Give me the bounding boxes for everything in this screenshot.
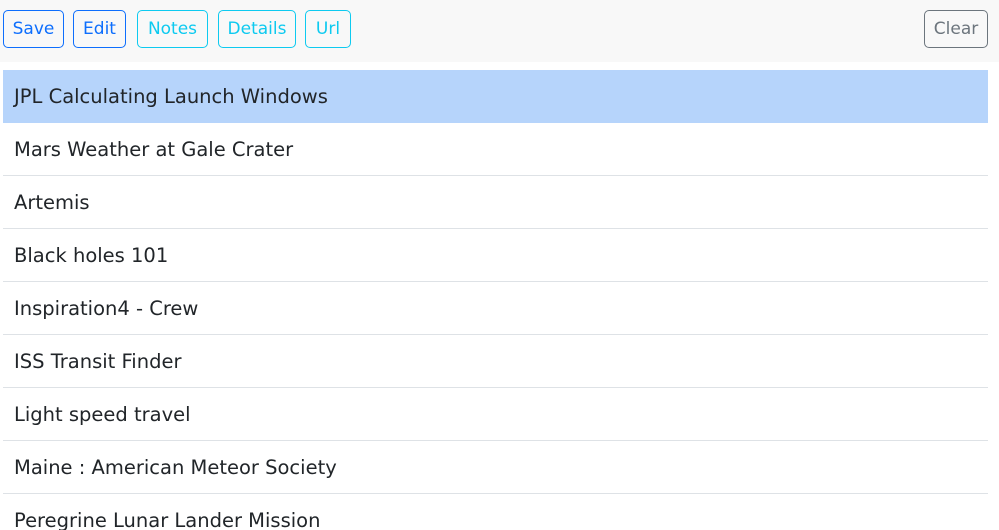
list-item[interactable]: Inspiration4 - Crew bbox=[3, 282, 988, 335]
details-button[interactable]: Details bbox=[218, 10, 296, 48]
notes-button[interactable]: Notes bbox=[137, 10, 208, 48]
clear-button[interactable]: Clear bbox=[924, 10, 988, 48]
list-item[interactable]: Peregrine Lunar Lander Mission bbox=[3, 494, 988, 530]
list-item[interactable]: JPL Calculating Launch Windows bbox=[3, 70, 988, 123]
list-item[interactable]: Mars Weather at Gale Crater bbox=[3, 123, 988, 176]
list-item[interactable]: ISS Transit Finder bbox=[3, 335, 988, 388]
url-button[interactable]: Url bbox=[305, 10, 351, 48]
list-item[interactable]: Maine : American Meteor Society bbox=[3, 441, 988, 494]
save-button[interactable]: Save bbox=[3, 10, 64, 48]
app-window: Save Edit Notes Details Url Clear JPL Ca… bbox=[0, 0, 999, 530]
list-item[interactable]: Black holes 101 bbox=[3, 229, 988, 282]
bookmark-list: JPL Calculating Launch Windows Mars Weat… bbox=[3, 70, 988, 530]
list-item[interactable]: Artemis bbox=[3, 176, 988, 229]
edit-button[interactable]: Edit bbox=[73, 10, 126, 48]
toolbar: Save Edit Notes Details Url Clear bbox=[0, 0, 999, 62]
list-item[interactable]: Light speed travel bbox=[3, 388, 988, 441]
